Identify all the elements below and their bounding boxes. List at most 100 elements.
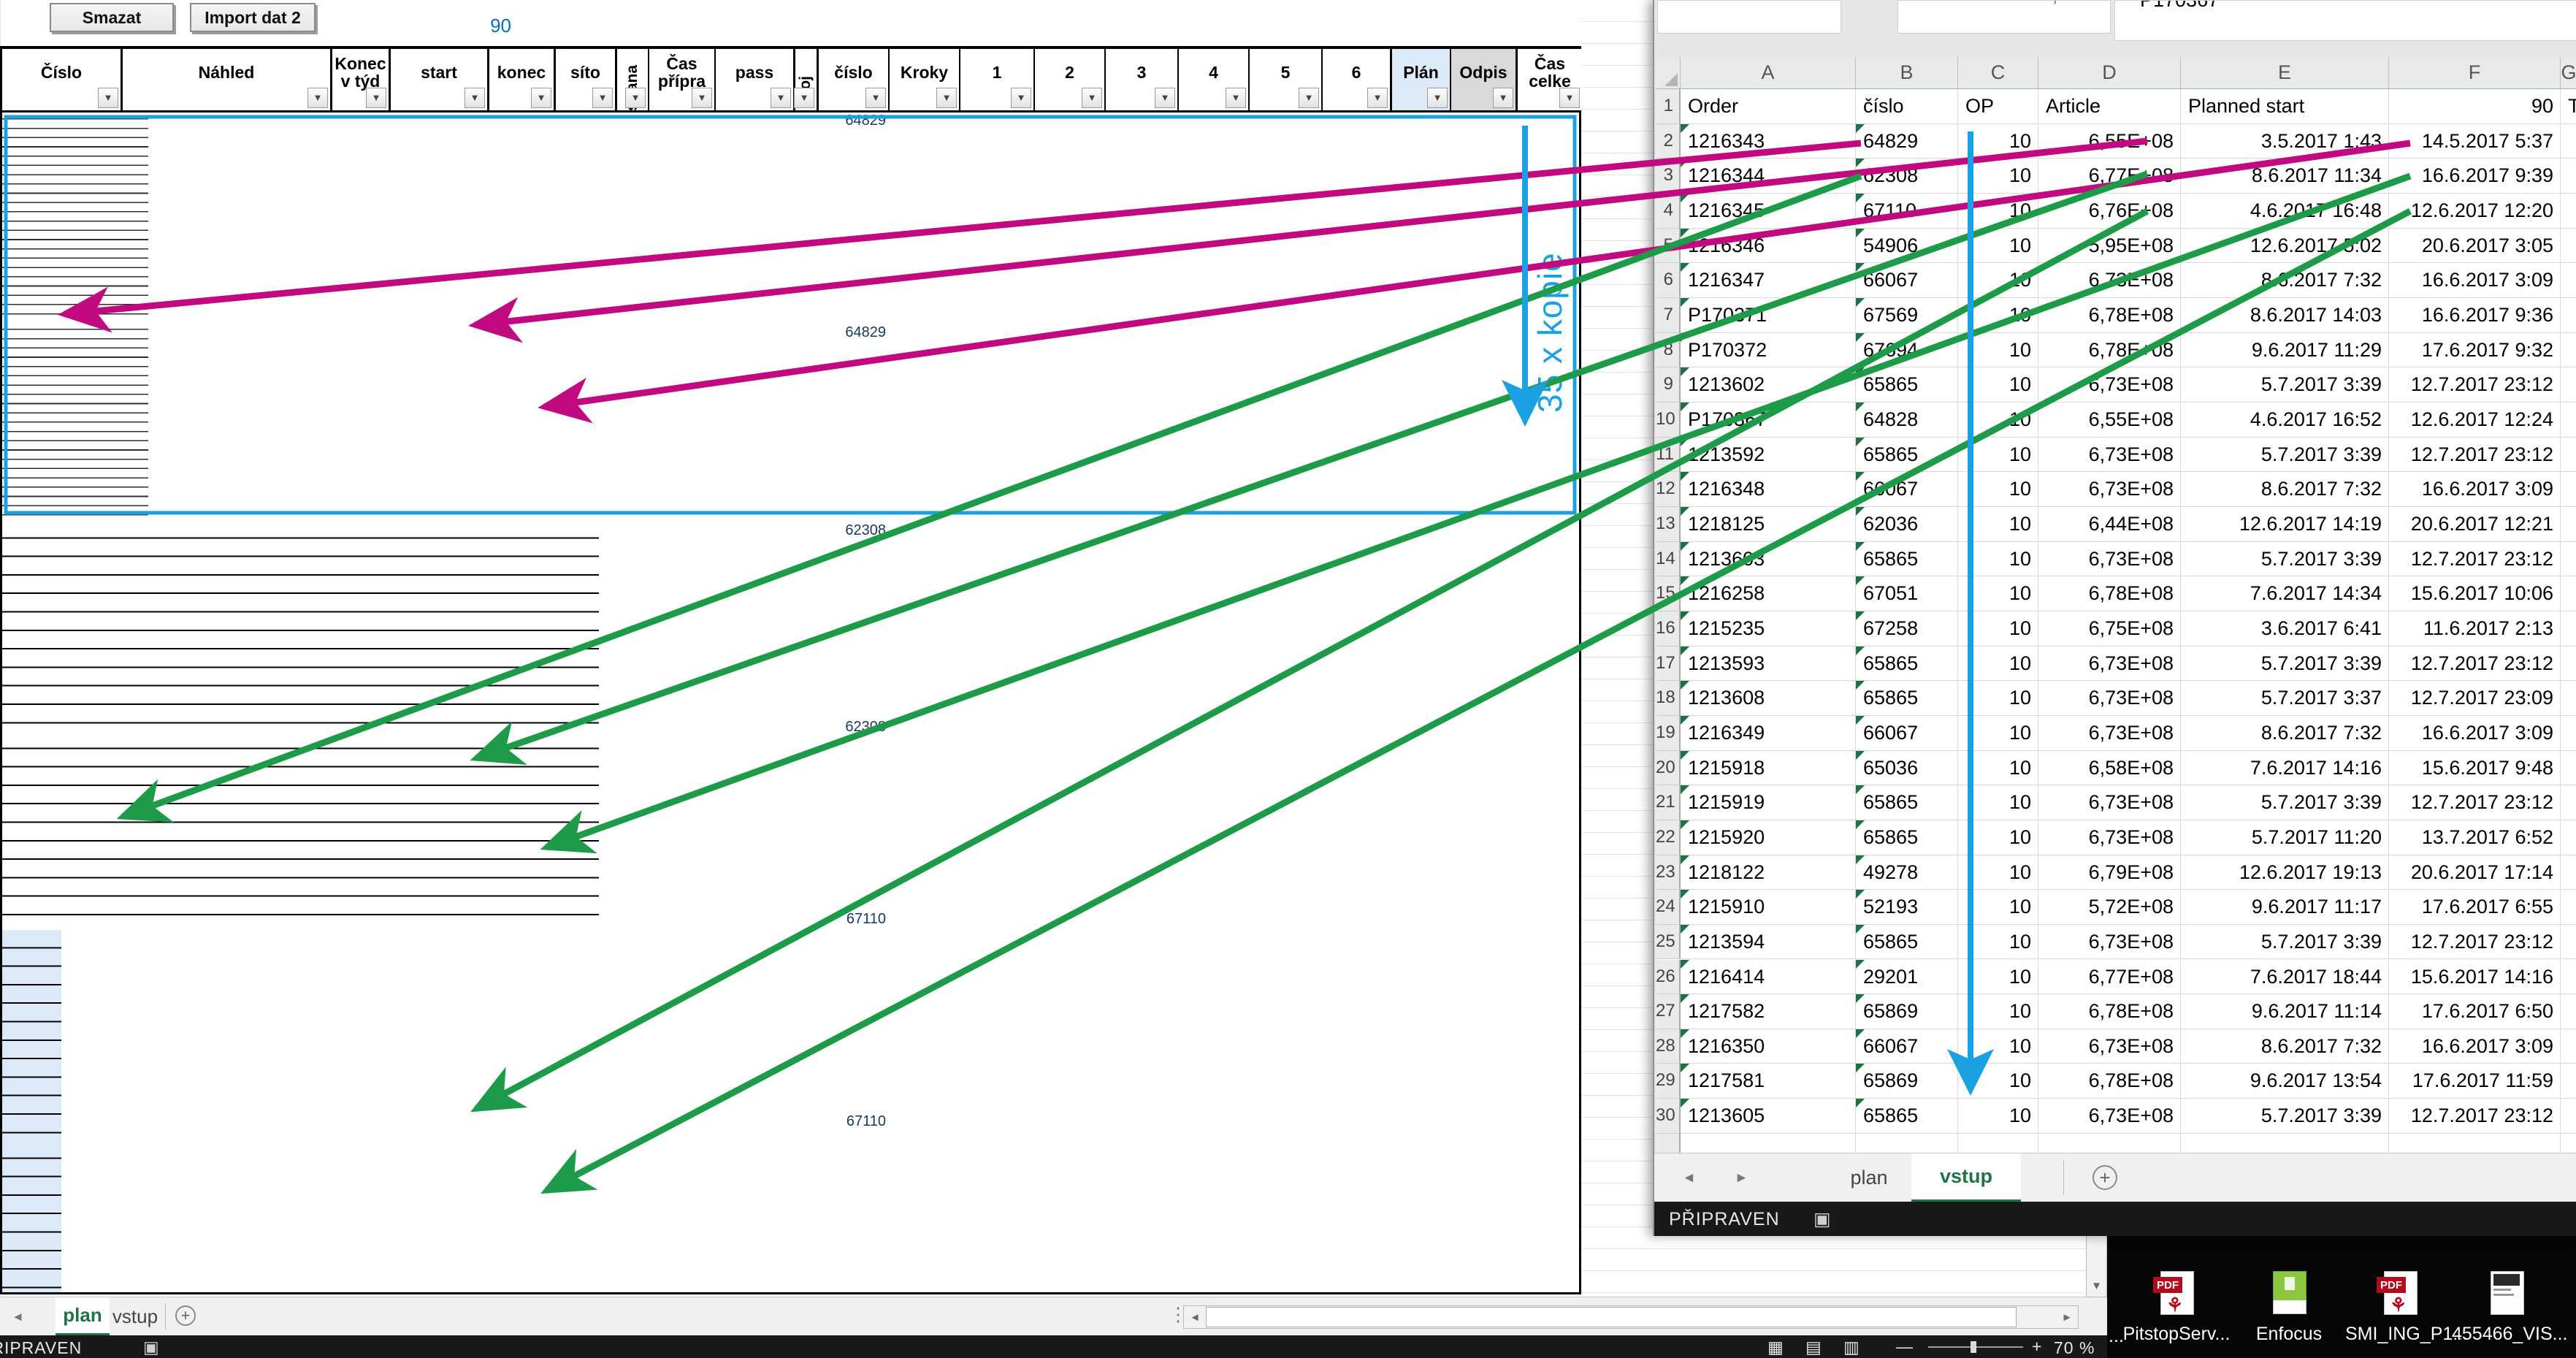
- cell[interactable]: 9.6.2017 11:17: [2181, 890, 2389, 925]
- cell[interactable]: [2561, 750, 2576, 786]
- cell[interactable]: 62308: [1856, 159, 1958, 194]
- cell[interactable]: 10: [1958, 715, 2038, 751]
- cell[interactable]: [2561, 193, 2576, 229]
- tab-plan[interactable]: plan: [1838, 1153, 1900, 1202]
- column-header-3[interactable]: 3 ▼: [1106, 49, 1179, 110]
- cell[interactable]: 1213602: [1681, 367, 1856, 403]
- cell[interactable]: 1216344: [1681, 159, 1856, 194]
- row-header-9[interactable]: 9: [1656, 367, 1681, 403]
- cell[interactable]: 6,55E+08: [2038, 402, 2181, 438]
- cell[interactable]: 17.6.2017 6:55: [2389, 890, 2561, 925]
- tab-vstup[interactable]: vstup: [111, 1297, 159, 1336]
- row-header-20[interactable]: 20: [1656, 750, 1681, 786]
- smazat-button[interactable]: Smazat: [50, 3, 174, 32]
- filter-dropdown-icon[interactable]: ▼: [1155, 88, 1175, 108]
- cell[interactable]: 8.6.2017 11:34: [2181, 159, 2389, 194]
- cell[interactable]: 6,78E+08: [2038, 994, 2181, 1029]
- row-header-31[interactable]: [1656, 1133, 1681, 1153]
- cell[interactable]: [2561, 924, 2576, 960]
- cell[interactable]: 12.6.2017 5:02: [2181, 228, 2389, 264]
- cell[interactable]: 10: [1958, 785, 2038, 820]
- cell[interactable]: 6,79E+08: [2038, 855, 2181, 890]
- cell[interactable]: 1213603: [1681, 541, 1856, 577]
- cell[interactable]: [2561, 297, 2576, 333]
- cell[interactable]: 67051: [1856, 576, 1958, 611]
- row-header-22[interactable]: 22: [1656, 820, 1681, 855]
- cell[interactable]: 1216349: [1681, 715, 1856, 751]
- cell[interactable]: 12.7.2017 23:12: [2389, 785, 2561, 820]
- cell[interactable]: číslo: [1856, 89, 1958, 124]
- column-header-troj[interactable]: troj▼: [794, 49, 819, 110]
- cell[interactable]: 6,73E+08: [2038, 924, 2181, 960]
- select-all-button[interactable]: [1656, 57, 1681, 89]
- cell[interactable]: 10: [1958, 855, 2038, 890]
- cell[interactable]: 8.6.2017 7:32: [2181, 263, 2389, 298]
- cell[interactable]: 5.7.2017 11:20: [2181, 820, 2389, 855]
- cell[interactable]: 8.6.2017 7:32: [2181, 1029, 2389, 1064]
- cell[interactable]: 12.7.2017 23:12: [2389, 541, 2561, 577]
- desktop-icon-455466-vis-[interactable]: 455466_VIS...: [2452, 1271, 2567, 1345]
- cell[interactable]: [2561, 959, 2576, 995]
- cell[interactable]: 64829: [1856, 123, 1958, 159]
- cell[interactable]: 1217582: [1681, 994, 1856, 1029]
- cell[interactable]: 6,73E+08: [2038, 437, 2181, 473]
- cell[interactable]: 17.6.2017 11:59: [2389, 1064, 2561, 1099]
- tab-nav-right-icon[interactable]: ►: [1735, 1153, 1748, 1202]
- view-normal-icon[interactable]: ▦: [1767, 1338, 1784, 1357]
- cell[interactable]: 10: [1958, 367, 2038, 403]
- row-header-12[interactable]: 12: [1656, 472, 1681, 507]
- filter-dropdown-icon[interactable]: ▼: [1082, 88, 1102, 108]
- cell[interactable]: 1216346: [1681, 228, 1856, 264]
- row-header-17[interactable]: 17: [1656, 646, 1681, 682]
- desktop-icon-enfocus[interactable]: Enfocus: [2234, 1271, 2344, 1345]
- cell[interactable]: 5.7.2017 3:39: [2181, 541, 2389, 577]
- cell[interactable]: 16.6.2017 9:39: [2389, 159, 2561, 194]
- cell[interactable]: 20.6.2017 3:05: [2389, 228, 2561, 264]
- row-header-13[interactable]: 13: [1656, 506, 1681, 542]
- column-header-n-hled[interactable]: Náhled ▼: [123, 49, 332, 110]
- cell[interactable]: 10: [1958, 437, 2038, 473]
- cell[interactable]: 12.6.2017 14:19: [2181, 506, 2389, 542]
- row-header-23[interactable]: 23: [1656, 855, 1681, 890]
- row-header-7[interactable]: 7: [1656, 297, 1681, 333]
- cell[interactable]: 1215918: [1681, 750, 1856, 786]
- column-header-pl-n[interactable]: Plán ▼: [1392, 49, 1451, 110]
- cell[interactable]: 5.7.2017 3:37: [2181, 681, 2389, 716]
- cell[interactable]: 1213592: [1681, 437, 1856, 473]
- filter-dropdown-icon[interactable]: ▼: [794, 88, 814, 108]
- row-header-29[interactable]: 29: [1656, 1064, 1681, 1099]
- cell[interactable]: [2561, 263, 2576, 298]
- column-header--as-celke[interactable]: Čas celke ▼: [1518, 49, 1583, 110]
- cell[interactable]: 62036: [1856, 506, 1958, 542]
- cell[interactable]: 15.6.2017 9:48: [2389, 750, 2561, 786]
- row-header-4[interactable]: 4: [1656, 193, 1681, 229]
- zoom-slider-thumb[interactable]: [1971, 1341, 1976, 1353]
- row-header-8[interactable]: 8: [1656, 332, 1681, 368]
- tab-nav-left-icon[interactable]: ◄: [1682, 1153, 1696, 1202]
- cell[interactable]: 16.6.2017 3:09: [2389, 1029, 2561, 1064]
- row-header-27[interactable]: 27: [1656, 994, 1681, 1029]
- cell[interactable]: [1681, 1133, 1856, 1153]
- cell[interactable]: [1856, 1133, 1958, 1153]
- column-header-kroky[interactable]: Kroky ▼: [890, 49, 960, 110]
- row-header-1[interactable]: 1: [1656, 89, 1681, 124]
- filter-dropdown-icon[interactable]: ▼: [592, 88, 613, 108]
- row-header-14[interactable]: 14: [1656, 541, 1681, 577]
- cell[interactable]: 4.6.2017 16:48: [2181, 193, 2389, 229]
- cell[interactable]: 4.6.2017 16:52: [2181, 402, 2389, 438]
- cell[interactable]: 10: [1958, 193, 2038, 229]
- cell[interactable]: 6,76E+08: [2038, 193, 2181, 229]
- cell[interactable]: 10: [1958, 750, 2038, 786]
- row-header-30[interactable]: 30: [1656, 1099, 1681, 1134]
- cell[interactable]: 66067: [1856, 715, 1958, 751]
- cell[interactable]: 1216345: [1681, 193, 1856, 229]
- column-header-s-to[interactable]: síto ▼: [556, 49, 617, 110]
- h-scroll-thumb[interactable]: [1206, 1307, 2017, 1327]
- cell[interactable]: 1216258: [1681, 576, 1856, 611]
- filter-dropdown-icon[interactable]: ▼: [465, 88, 485, 108]
- fx-icon[interactable]: ƒx: [2052, 1, 2070, 5]
- cell[interactable]: 65865: [1856, 820, 1958, 855]
- view-layout-icon[interactable]: ▤: [1805, 1338, 1822, 1357]
- cell[interactable]: 15.6.2017 10:06: [2389, 576, 2561, 611]
- filter-dropdown-icon[interactable]: ▼: [1367, 88, 1388, 108]
